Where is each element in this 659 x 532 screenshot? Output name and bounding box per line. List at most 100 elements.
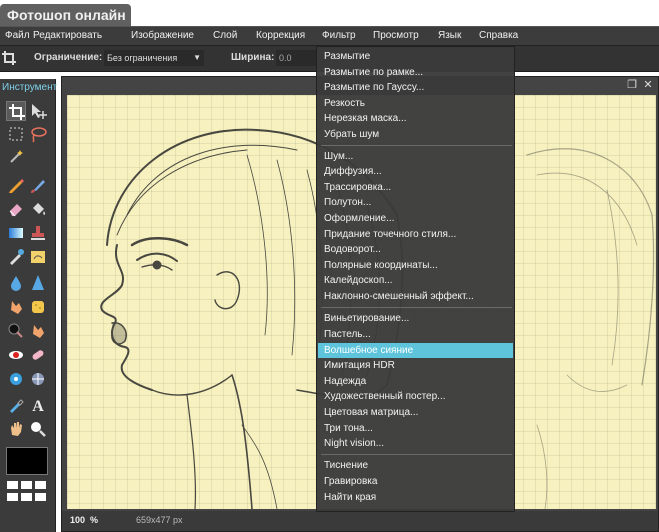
hand-tool[interactable] xyxy=(6,419,26,439)
zoom-readout[interactable]: 100 % xyxy=(70,515,98,525)
pencil-tool[interactable] xyxy=(6,175,26,195)
fill-bucket-tool[interactable] xyxy=(28,199,48,219)
fill-bucket-icon xyxy=(33,203,46,215)
red-eye-tool[interactable] xyxy=(6,345,26,365)
filter-item[interactable]: Водоворот... xyxy=(318,242,513,257)
eraser-icon xyxy=(9,204,22,217)
filter-item-highlighted[interactable]: Волшебное сияние xyxy=(318,343,513,358)
filter-item[interactable]: Найти края xyxy=(318,490,513,505)
type-icon: A xyxy=(32,398,44,415)
stamp-tool[interactable] xyxy=(28,223,48,243)
blur-tool[interactable] xyxy=(6,273,26,293)
filter-item[interactable]: Размытие xyxy=(318,49,513,64)
magic-wand-tool[interactable] xyxy=(6,147,26,167)
filter-item[interactable]: Нерезкая маска... xyxy=(318,111,513,126)
filter-item[interactable]: Резкость xyxy=(318,96,513,111)
type-tool[interactable]: A xyxy=(28,395,48,415)
menu-separator xyxy=(321,454,512,455)
filter-item[interactable]: Шум... xyxy=(318,149,513,164)
close-icon[interactable]: ✕ xyxy=(642,79,654,91)
filter-item[interactable]: Придание точечного стиля... xyxy=(318,227,513,242)
filter-item[interactable]: Полярные координаты... xyxy=(318,258,513,273)
sponge-icon xyxy=(32,301,44,313)
filter-item[interactable]: Пастель... xyxy=(318,327,513,342)
eraser-tool[interactable] xyxy=(6,199,26,219)
menu-image[interactable]: Изображение xyxy=(129,27,196,45)
filter-item[interactable]: Трассировка... xyxy=(318,180,513,195)
filter-item[interactable]: Наклонно-смешенный эффект... xyxy=(318,289,513,304)
chevron-down-icon: ▼ xyxy=(193,53,201,62)
filter-item[interactable]: Полутон... xyxy=(318,195,513,210)
layout-grid-icon[interactable] xyxy=(21,481,32,489)
zoom-tool[interactable] xyxy=(28,419,48,439)
hand-icon xyxy=(11,422,22,436)
layout-grid-icon[interactable] xyxy=(7,493,18,501)
maximize-icon[interactable]: ❐ xyxy=(626,79,638,91)
color-picker-icon xyxy=(10,399,24,413)
draw-tool[interactable] xyxy=(28,247,48,267)
menu-view[interactable]: Просмотр xyxy=(371,27,421,45)
marquee-tool[interactable] xyxy=(6,124,26,144)
width-input[interactable]: 0.0 xyxy=(276,50,316,66)
filter-item[interactable]: Надежда xyxy=(318,374,513,389)
app-title-tab: Фотошоп онлайн xyxy=(0,4,131,26)
menu-separator xyxy=(321,145,512,146)
menu-language[interactable]: Язык xyxy=(436,27,463,45)
lasso-tool[interactable] xyxy=(28,124,48,144)
spot-heal-tool[interactable] xyxy=(28,345,48,365)
tool-panel-title: Инструмент xyxy=(2,82,58,93)
filter-item[interactable]: Имитация HDR xyxy=(318,358,513,373)
pinch-icon xyxy=(32,373,44,385)
filter-item[interactable]: Гравировка xyxy=(318,474,513,489)
pinch-tool[interactable] xyxy=(28,369,48,389)
menu-adjustments[interactable]: Коррекция xyxy=(254,27,307,45)
smudge-tool[interactable] xyxy=(6,297,26,317)
move-tool[interactable] xyxy=(28,101,48,121)
filter-item[interactable]: Три тона... xyxy=(318,421,513,436)
red-eye-icon xyxy=(9,351,23,359)
color-replace-tool[interactable] xyxy=(6,247,26,267)
color-picker-tool[interactable] xyxy=(6,395,26,415)
menu-edit[interactable]: Редактировать xyxy=(31,27,104,45)
dodge-tool[interactable] xyxy=(28,321,48,341)
filter-item[interactable]: Night vision... xyxy=(318,436,513,451)
burn-tool[interactable] xyxy=(6,321,26,341)
layout-grid-icon[interactable] xyxy=(21,493,32,501)
filter-item[interactable]: Размытие по Гауссу... xyxy=(318,80,513,95)
burn-icon xyxy=(8,323,23,338)
menu-layer[interactable]: Слой xyxy=(211,27,239,45)
layout-grid-icon[interactable] xyxy=(35,481,46,489)
filter-item[interactable]: Диффузия... xyxy=(318,164,513,179)
gradient-tool[interactable] xyxy=(6,223,26,243)
layout-grid-icon[interactable] xyxy=(7,481,18,489)
filter-menu: Размытие Размытие по рамке... Размытие п… xyxy=(316,46,515,512)
brush-icon xyxy=(31,180,45,193)
tool-panel: Инструмент A xyxy=(0,79,58,532)
foreground-color-swatch[interactable] xyxy=(6,447,48,475)
color-replace-icon xyxy=(10,249,24,265)
filter-item[interactable]: Размытие по рамке... xyxy=(318,65,513,80)
smudge-icon xyxy=(11,301,22,314)
filter-item[interactable]: Тиснение xyxy=(318,458,513,473)
sharpen-tool[interactable] xyxy=(28,273,48,293)
menu-filter[interactable]: Фильтр xyxy=(320,27,358,45)
filter-item[interactable]: Калейдоскоп... xyxy=(318,273,513,288)
constraint-value: Без ограничения xyxy=(107,53,178,63)
filter-item[interactable]: Виньетирование... xyxy=(318,311,513,326)
menu-file[interactable]: Файл xyxy=(3,27,32,45)
move-icon xyxy=(32,104,47,119)
crop-tool[interactable] xyxy=(6,101,26,121)
filter-item[interactable]: Убрать шум xyxy=(318,127,513,142)
menu-help[interactable]: Справка xyxy=(477,27,520,45)
sponge-tool[interactable] xyxy=(28,297,48,317)
crop-icon xyxy=(2,51,16,65)
bloat-tool[interactable] xyxy=(6,369,26,389)
layout-grid-icon[interactable] xyxy=(35,493,46,501)
brush-tool[interactable] xyxy=(28,175,48,195)
spot-heal-icon xyxy=(32,350,44,360)
filter-item[interactable]: Цветовая матрица... xyxy=(318,405,513,420)
menu-separator xyxy=(321,307,512,308)
filter-item[interactable]: Художественный постер... xyxy=(318,389,513,404)
filter-item[interactable]: Оформление... xyxy=(318,211,513,226)
constraint-select[interactable]: Без ограничения ▼ xyxy=(104,50,204,66)
